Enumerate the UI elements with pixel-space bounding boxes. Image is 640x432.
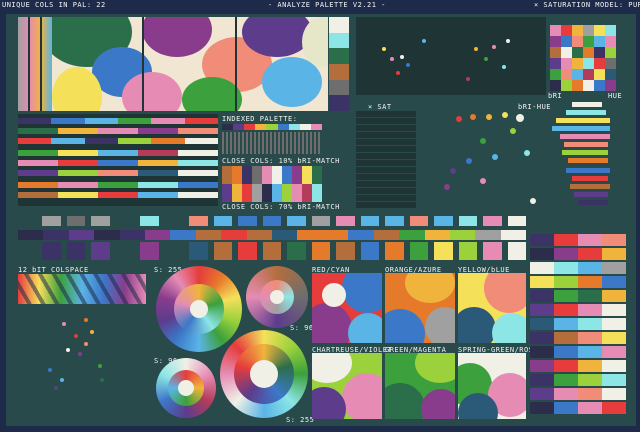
close-cols-swatches-1 xyxy=(222,166,322,202)
brightness-column xyxy=(329,17,349,111)
palette-ramps-preview xyxy=(18,17,52,111)
s255-bottom-label: S: 255 xyxy=(286,416,315,424)
yellow-blue-panel xyxy=(458,273,526,343)
colspace-label: 12 bIT COLSPACE xyxy=(18,266,89,274)
colspace-preview xyxy=(18,274,146,304)
orange-azure-panel xyxy=(385,273,455,343)
hue-wheel-large xyxy=(156,266,242,352)
ramp-stack-right xyxy=(530,234,626,420)
indexed-palette-label: INDEXED PALETTE: xyxy=(222,115,298,123)
brightness-histogram xyxy=(548,102,616,210)
spring-green-rose-panel xyxy=(458,353,526,419)
app-title: - ANALYZE PALETTE V2.21 - xyxy=(268,1,386,9)
close-cols-label-2: CLOSE COLS: 70% bRI-MATCH xyxy=(222,203,340,211)
red-cyan-panel xyxy=(312,273,382,343)
ramp-bars-panel xyxy=(18,114,218,206)
bri-label: bRI xyxy=(548,92,563,100)
green-magenta-panel xyxy=(385,353,455,419)
hue-scatter-plot xyxy=(356,17,546,95)
hue-voronoi-panel xyxy=(52,17,328,111)
hue-wheel-small xyxy=(246,266,308,328)
indexed-palette-grid xyxy=(222,132,322,154)
chartreuse-violet-panel xyxy=(312,353,382,419)
saturation-model-toggle[interactable]: × SATURATION MODEL: PURITY xyxy=(534,1,640,9)
sat-scatter-left xyxy=(356,110,416,208)
s96-right-label: S: 96 xyxy=(290,324,314,332)
palette-grid xyxy=(550,25,616,91)
sat-wheel-left xyxy=(156,358,216,418)
unique-cols-label: UNIQUE COLS IN PAL: 22 xyxy=(2,1,106,9)
bri-hue-scatter xyxy=(420,110,546,208)
hue-label: HUE xyxy=(608,92,623,100)
sat-wheel-right xyxy=(220,330,308,418)
colspace-scatter xyxy=(18,308,146,402)
indexed-palette-swatches xyxy=(222,124,322,130)
palette-swatch-row xyxy=(18,212,526,264)
close-cols-label-1: CLOSE COLS: 10% bRI-MATCH xyxy=(222,157,340,165)
